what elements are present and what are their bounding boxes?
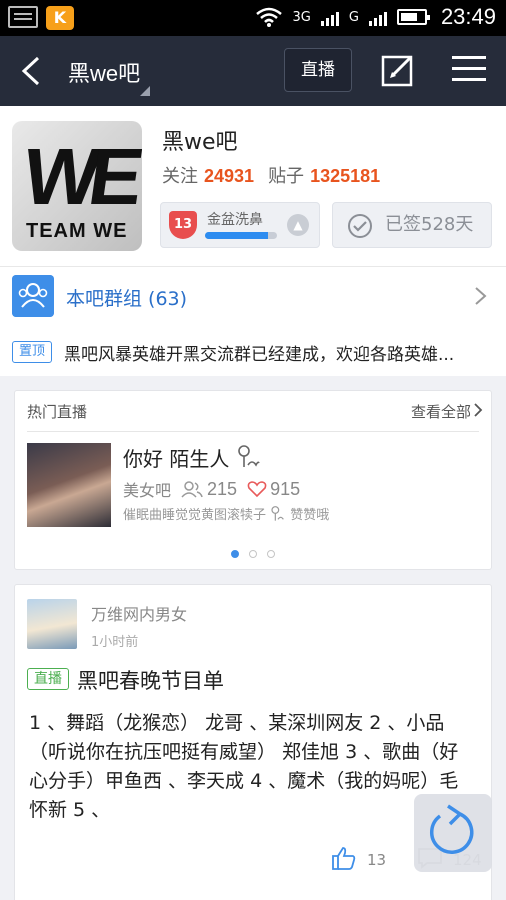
carousel-dot[interactable] bbox=[267, 550, 275, 558]
signal-icon-2 bbox=[368, 8, 387, 26]
network-g: G bbox=[348, 9, 359, 25]
logo-subtext: TEAM WE bbox=[26, 220, 128, 242]
k-app-icon: K bbox=[46, 6, 74, 30]
avatar[interactable] bbox=[27, 599, 77, 649]
level-title: 金盆洗鼻 bbox=[207, 212, 263, 228]
nav-bar: 黑we吧 直播 bbox=[0, 36, 506, 106]
message-icon bbox=[8, 6, 38, 28]
menu-icon[interactable] bbox=[452, 56, 486, 84]
carousel-dot[interactable] bbox=[249, 550, 257, 558]
post-author[interactable]: 万维网内男女 bbox=[91, 601, 187, 625]
level-progress-bar bbox=[205, 232, 277, 239]
lock-icon: ▲ bbox=[287, 214, 309, 236]
view-all-link[interactable]: 查看全部 bbox=[411, 401, 471, 422]
microphone-icon bbox=[271, 506, 284, 521]
level-box[interactable]: 13 金盆洗鼻 ▲ bbox=[160, 202, 320, 248]
live-meta: 美女吧 215 915 bbox=[123, 477, 300, 501]
group-row[interactable]: 本吧群组 (63) bbox=[0, 266, 506, 324]
group-icon bbox=[12, 275, 54, 317]
wifi-icon bbox=[255, 7, 282, 27]
bar-stats: 关注 24931 贴子 1325181 bbox=[162, 162, 394, 188]
signed-button[interactable]: 已签528天 bbox=[332, 202, 492, 248]
heart-icon bbox=[247, 481, 267, 498]
carousel-dot[interactable] bbox=[231, 550, 239, 558]
hot-live-title: 热门直播 bbox=[27, 403, 88, 421]
pinned-tag: 置顶 bbox=[12, 341, 52, 363]
group-label: 本吧群组 (63) bbox=[66, 288, 188, 310]
signal-icon bbox=[320, 8, 339, 26]
chevron-right-icon bbox=[475, 287, 487, 305]
post-time: 1小时前 bbox=[91, 635, 139, 650]
viewers-icon bbox=[181, 481, 203, 498]
posts-label: 贴子 bbox=[268, 166, 305, 187]
divider bbox=[27, 431, 479, 432]
pinned-row[interactable]: 置顶 黑吧风暴英雄开黑交流群已经建成，欢迎各路英雄... bbox=[0, 324, 506, 376]
level-badge: 13 bbox=[169, 211, 197, 239]
live-stream-title-text: 你好 陌生人 bbox=[123, 447, 230, 471]
thumbs-up-icon[interactable] bbox=[331, 845, 357, 871]
live-likes: 915 bbox=[270, 478, 301, 499]
post-live-tag: 直播 bbox=[27, 668, 69, 690]
post-title[interactable]: 黑吧春晚节目单 bbox=[77, 665, 224, 695]
live-desc: 催眠曲睡觉觉黄图滚犊子 赞赞哦 bbox=[123, 504, 329, 523]
compose-icon[interactable] bbox=[380, 52, 416, 88]
logo-text: WE bbox=[17, 132, 140, 221]
bar-header: WE TEAM WE 黑we吧 关注 24931 贴子 1325181 13 金盆洗鼻… bbox=[0, 106, 506, 266]
live-thumbnail[interactable] bbox=[27, 443, 111, 527]
chevron-right-icon bbox=[474, 403, 483, 417]
live-button[interactable]: 直播 bbox=[284, 48, 352, 92]
network-3g: 3G bbox=[292, 9, 311, 25]
microphone-icon bbox=[237, 445, 260, 467]
clock: 23:49 bbox=[440, 4, 496, 29]
posts-count: 1325181 bbox=[310, 166, 381, 186]
live-desc-text: 催眠曲睡觉觉黄图滚犊子 bbox=[123, 508, 267, 523]
post-body: 1 、舞蹈（龙猴恋） 龙哥 、某深圳网友 2 、小品（听说你在抗压吧挺有威望） … bbox=[29, 712, 459, 821]
live-stream-title[interactable]: 你好 陌生人 bbox=[123, 443, 260, 472]
back-icon[interactable] bbox=[18, 56, 46, 86]
carousel-dots bbox=[231, 550, 275, 558]
battery-icon bbox=[396, 9, 430, 25]
live-bar-name: 美女吧 bbox=[123, 481, 172, 500]
nav-dropdown-caret-icon[interactable] bbox=[140, 86, 150, 96]
status-bar: K 3G G 23:49 bbox=[0, 0, 506, 36]
bar-logo: WE TEAM WE bbox=[12, 121, 142, 251]
follow-label: 关注 bbox=[162, 166, 198, 187]
check-circle-icon bbox=[348, 214, 372, 238]
live-desc-tail: 赞赞哦 bbox=[290, 508, 330, 523]
nav-title[interactable]: 黑we吧 bbox=[68, 56, 140, 88]
post-like-count: 13 bbox=[367, 851, 387, 869]
pinned-text: 黑吧风暴英雄开黑交流群已经建成，欢迎各路英雄... bbox=[64, 345, 455, 365]
follow-count: 24931 bbox=[204, 166, 255, 186]
bar-name: 黑we吧 bbox=[162, 130, 238, 155]
hot-live-card: 热门直播 查看全部 你好 陌生人 美女吧 215 915 催眠曲睡觉觉黄图滚犊子… bbox=[14, 390, 492, 570]
level-progress-fill bbox=[205, 232, 269, 239]
refresh-button[interactable] bbox=[414, 794, 492, 872]
signed-label: 已签528天 bbox=[385, 214, 474, 235]
live-viewers: 215 bbox=[207, 478, 238, 499]
refresh-icon bbox=[429, 804, 474, 854]
